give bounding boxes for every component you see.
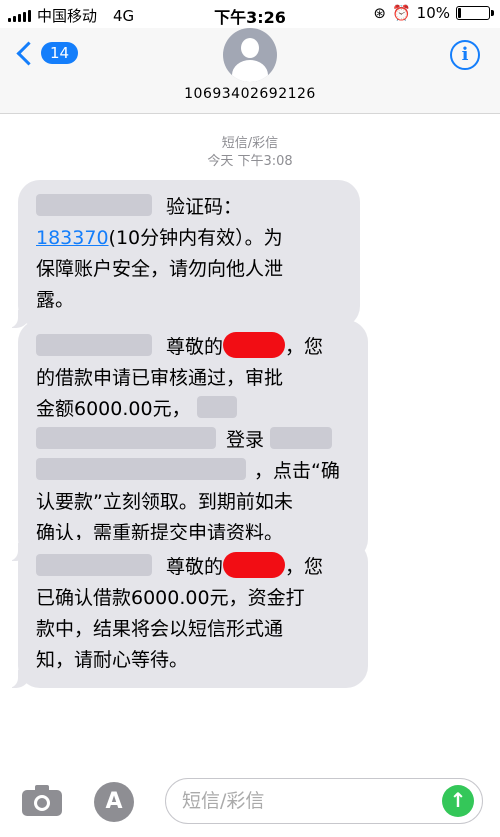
message-input-placeholder: 短信/彩信 xyxy=(182,790,265,812)
message-text: ，点击“确 xyxy=(254,460,340,482)
message-text: 验证码： xyxy=(166,196,243,218)
message-text: 已确认借款6000.00元，资金打 xyxy=(36,587,305,609)
person-icon xyxy=(241,38,259,58)
message-text: ，您 xyxy=(285,556,324,578)
status-right: ⊛ ⏰ 10% xyxy=(373,4,494,22)
message-text: 登录 xyxy=(226,429,265,451)
redaction-mark xyxy=(223,552,286,578)
message-text: 尊敬的 xyxy=(166,336,224,358)
message-text: 金额6000.00元， xyxy=(36,398,191,420)
send-arrow-icon[interactable]: ↑ xyxy=(442,785,474,817)
orientation-lock-icon: ⊛ xyxy=(373,4,386,22)
blurred-sender xyxy=(36,194,152,216)
blurred-text xyxy=(270,427,333,449)
blurred-text xyxy=(36,427,216,449)
unread-count-badge: 14 xyxy=(41,42,79,64)
message-text: 款中，结果将会以短信形式通 xyxy=(36,618,284,640)
battery-icon xyxy=(456,6,494,20)
redaction-mark xyxy=(223,332,286,358)
message-text: (10分钟内有效）。为 xyxy=(108,227,283,249)
blurred-sender xyxy=(36,554,152,576)
camera-icon[interactable] xyxy=(22,785,62,816)
person-icon-body xyxy=(232,60,268,82)
message-text: ，您 xyxy=(285,336,324,358)
message-text: 知，请耐心等待。 xyxy=(36,649,189,671)
battery-fill xyxy=(458,8,461,18)
blurred-text xyxy=(196,396,237,418)
info-icon[interactable]: i xyxy=(450,40,480,70)
back-button[interactable]: 14 xyxy=(14,40,79,66)
contact-avatar[interactable] xyxy=(223,28,277,82)
message-text: 的借款申请已审核通过，审批 xyxy=(36,367,284,389)
message-text: 露。 xyxy=(36,289,75,311)
alarm-icon: ⏰ xyxy=(391,4,411,22)
sender-number[interactable]: 10693402692126 xyxy=(0,86,500,102)
chevron-left-icon xyxy=(16,40,41,66)
conversation-header: 14 10693402692126 i xyxy=(0,28,500,114)
verification-code-link[interactable]: 183370 xyxy=(36,227,109,249)
channel-label: 短信/彩信 xyxy=(221,136,279,151)
message-bubble-3[interactable]: 尊敬的 ，您 已确认借款6000.00元，资金打 款中，结果将会以短信形式通 知，… xyxy=(8,540,368,688)
message-text: 尊敬的 xyxy=(166,556,224,578)
message-bubble-2[interactable]: 尊敬的 ，您 的借款申请已审核通过，审批 金额6000.00元， 登录 ，点击“确… xyxy=(8,320,368,561)
status-bar: 中国移动 4G 下午3:26 ⊛ ⏰ 10% xyxy=(0,0,500,28)
battery-percent: 10% xyxy=(416,4,450,22)
blurred-sender xyxy=(36,334,152,356)
blurred-link xyxy=(36,458,246,480)
camera-icon-lens-inner xyxy=(37,798,47,808)
timestamp: 今天 下午3:08 xyxy=(207,154,293,169)
composer-bar: A 短信/彩信 ↑ xyxy=(0,768,500,837)
app-store-icon[interactable]: A xyxy=(94,782,134,822)
message-text: 保障账户安全，请勿向他人泄 xyxy=(36,258,284,280)
message-bubble-1[interactable]: 验证码： 183370(10分钟内有效）。为 保障账户安全，请勿向他人泄 露。 xyxy=(8,180,360,328)
message-input[interactable]: 短信/彩信 ↑ xyxy=(165,778,483,824)
message-text: 认要款”立刻领取。到期前如未 xyxy=(36,491,293,513)
